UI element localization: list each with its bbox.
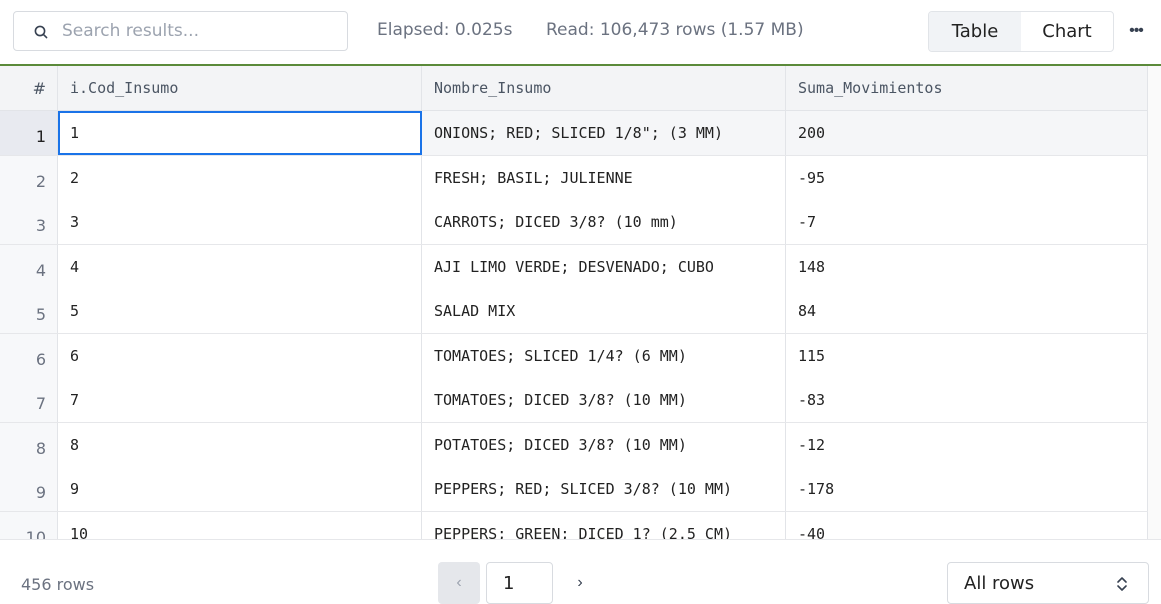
cell-cod-insumo[interactable]: 1 [58,111,422,155]
cell-nombre-insumo[interactable]: TOMATOES; SLICED 1/4? (6 MM) [422,334,786,378]
cell-cod-insumo[interactable]: 6 [58,334,422,378]
cell-nombre-insumo[interactable]: PEPPERS; GREEN; DICED 1? (2.5 CM) [422,512,786,539]
cell-nombre-insumo[interactable]: FRESH; BASIL; JULIENNE [422,156,786,200]
cell-suma-movimientos[interactable]: -7 [786,200,1148,244]
more-options-icon[interactable]: ••• [1128,21,1144,41]
cell-suma-movimientos[interactable]: -83 [786,378,1148,422]
vertical-scrollbar[interactable] [1148,66,1161,539]
page-number-input[interactable] [486,562,553,604]
results-toolbar: Elapsed: 0.025s Read: 106,473 rows (1.57… [0,0,1161,64]
header-index: # [0,66,58,110]
header-suma-movimientos[interactable]: Suma_Movimientos [786,66,1148,110]
row-index: 2 [0,156,58,200]
cell-nombre-insumo[interactable]: AJI LIMO VERDE; DESVENADO; CUBO [422,245,786,289]
search-box[interactable] [13,11,348,51]
cell-suma-movimientos[interactable]: -40 [786,512,1148,539]
row-index: 4 [0,245,58,289]
results-table[interactable]: # i.Cod_Insumo Nombre_Insumo Suma_Movimi… [0,66,1161,539]
cell-suma-movimientos[interactable]: -178 [786,467,1148,511]
table-row[interactable]: 3 3 CARROTS; DICED 3/8? (10 mm) -7 [0,200,1148,245]
chart-view-button[interactable]: Chart [1021,12,1113,51]
cell-nombre-insumo[interactable]: SALAD MIX [422,289,786,333]
pagination-bar: 456 rows ‹ › All rows [0,539,1161,604]
cell-nombre-insumo[interactable]: ONIONS; RED; SLICED 1/8"; (3 MM) [422,111,786,155]
header-cod-insumo[interactable]: i.Cod_Insumo [58,66,422,110]
cell-cod-insumo[interactable]: 5 [58,289,422,333]
table-row[interactable]: 7 7 TOMATOES; DICED 3/8? (10 MM) -83 [0,378,1148,423]
table-row[interactable]: 6 6 TOMATOES; SLICED 1/4? (6 MM) 115 [0,334,1148,379]
table-header: # i.Cod_Insumo Nombre_Insumo Suma_Movimi… [0,66,1148,111]
header-nombre-insumo[interactable]: Nombre_Insumo [422,66,786,110]
row-index: 6 [0,334,58,378]
cell-suma-movimientos[interactable]: 148 [786,245,1148,289]
cell-cod-insumo[interactable]: 4 [58,245,422,289]
rows-per-page-select[interactable]: All rows [947,562,1149,604]
row-index: 9 [0,467,58,511]
rows-read: Read: 106,473 rows (1.57 MB) [546,20,804,40]
row-index: 5 [0,289,58,333]
row-index: 7 [0,378,58,422]
table-row[interactable]: 8 8 POTATOES; DICED 3/8? (10 MM) -12 [0,423,1148,468]
view-toggle: Table Chart [928,11,1114,52]
next-page-button[interactable]: › [566,562,594,604]
cell-suma-movimientos[interactable]: 84 [786,289,1148,333]
cell-suma-movimientos[interactable]: 115 [786,334,1148,378]
chevron-up-down-icon [1117,577,1127,591]
row-index: 3 [0,200,58,244]
rows-per-page-value: All rows [964,573,1035,594]
search-icon [34,25,48,39]
row-index: 10 [0,512,58,539]
search-input[interactable] [62,18,332,44]
table-row[interactable]: 5 5 SALAD MIX 84 [0,289,1148,334]
cell-cod-insumo[interactable]: 10 [58,512,422,539]
row-count: 456 rows [21,575,95,594]
cell-suma-movimientos[interactable]: -95 [786,156,1148,200]
cell-nombre-insumo[interactable]: CARROTS; DICED 3/8? (10 mm) [422,200,786,244]
cell-nombre-insumo[interactable]: TOMATOES; DICED 3/8? (10 MM) [422,378,786,422]
table-row[interactable]: 1 1 ONIONS; RED; SLICED 1/8"; (3 MM) 200 [0,111,1148,156]
table-row[interactable]: 4 4 AJI LIMO VERDE; DESVENADO; CUBO 148 [0,245,1148,290]
cell-cod-insumo[interactable]: 9 [58,467,422,511]
cell-nombre-insumo[interactable]: PEPPERS; RED; SLICED 3/8? (10 MM) [422,467,786,511]
table-row[interactable]: 10 10 PEPPERS; GREEN; DICED 1? (2.5 CM) … [0,512,1148,539]
table-row[interactable]: 2 2 FRESH; BASIL; JULIENNE -95 [0,156,1148,201]
cell-cod-insumo[interactable]: 3 [58,200,422,244]
cell-nombre-insumo[interactable]: POTATOES; DICED 3/8? (10 MM) [422,423,786,467]
row-index: 8 [0,423,58,467]
previous-page-button[interactable]: ‹ [438,562,480,604]
cell-cod-insumo[interactable]: 7 [58,378,422,422]
table-view-button[interactable]: Table [929,12,1021,51]
cell-suma-movimientos[interactable]: -12 [786,423,1148,467]
cell-cod-insumo[interactable]: 2 [58,156,422,200]
elapsed-time: Elapsed: 0.025s [377,20,513,40]
cell-suma-movimientos[interactable]: 200 [786,111,1148,155]
table-row[interactable]: 9 9 PEPPERS; RED; SLICED 3/8? (10 MM) -1… [0,467,1148,512]
row-index: 1 [0,111,58,155]
cell-cod-insumo[interactable]: 8 [58,423,422,467]
